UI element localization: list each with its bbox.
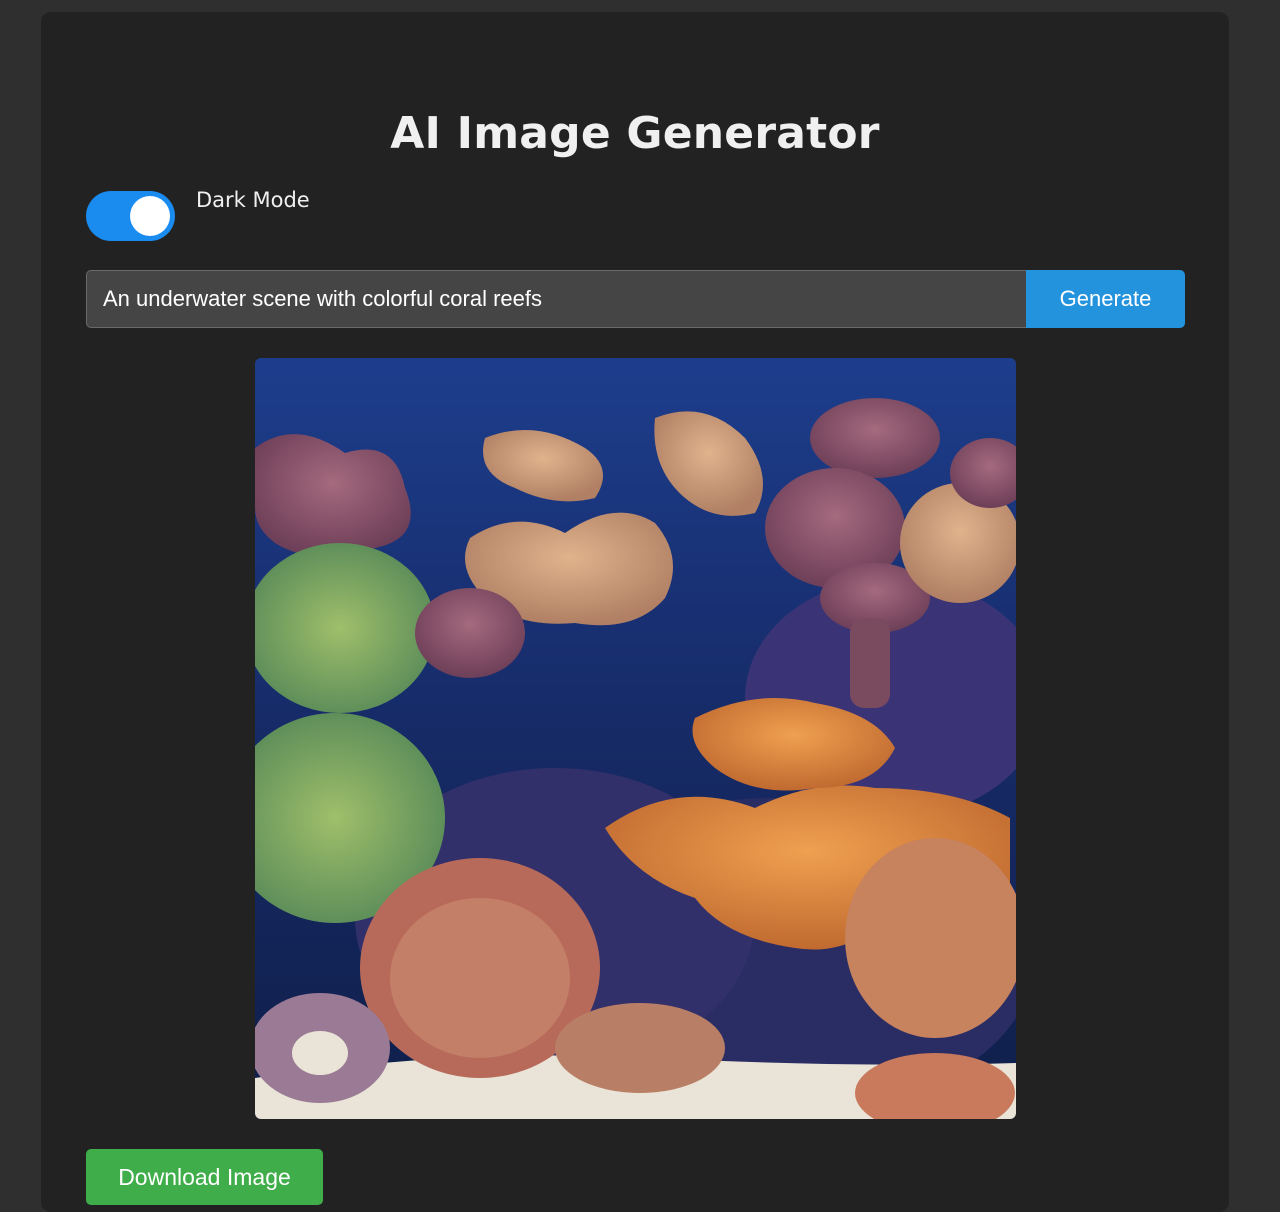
dark-mode-label: Dark Mode bbox=[196, 188, 310, 212]
prompt-input[interactable] bbox=[86, 270, 1026, 328]
generate-button[interactable]: Generate bbox=[1026, 270, 1185, 328]
toggle-knob bbox=[130, 196, 170, 236]
generated-image bbox=[255, 358, 1016, 1119]
page-title: AI Image Generator bbox=[390, 108, 880, 159]
dark-mode-toggle[interactable] bbox=[86, 191, 175, 241]
app-card: AI Image Generator Dark Mode Generate bbox=[41, 12, 1229, 1212]
download-image-button[interactable]: Download Image bbox=[86, 1149, 323, 1205]
